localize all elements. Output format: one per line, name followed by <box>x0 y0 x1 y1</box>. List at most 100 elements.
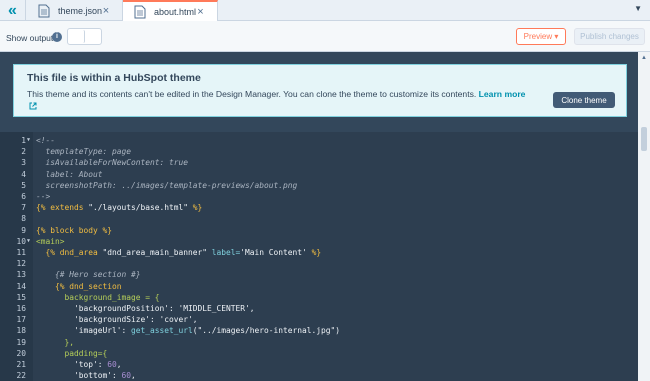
banner-title: This file is within a HubSpot theme <box>27 72 201 84</box>
code-token: <!-- <box>36 136 56 145</box>
code-token: screenshotPath: ../images/template-previ… <box>36 180 298 190</box>
line-number: 18 <box>16 326 26 336</box>
code-token: 'backgroundPosition': 'MIDDLE_CENTER', <box>36 304 255 313</box>
code-text: --> <box>36 191 50 202</box>
publish-changes-button[interactable]: Publish changes <box>574 28 645 45</box>
fold-icon[interactable]: ▼ <box>27 236 30 247</box>
code-text: }, <box>36 337 75 348</box>
line-number: 16 <box>16 304 26 313</box>
code-token: "dnd_area_main_banner" <box>102 248 208 257</box>
code-token: background_image = { <box>36 292 160 302</box>
file-icon <box>38 4 50 18</box>
tab-label: about.html <box>154 7 197 17</box>
code-token: 'bottom': <box>36 371 122 381</box>
learn-more-label: Learn more <box>478 89 526 99</box>
code-token: %} <box>188 203 203 213</box>
scrollbar[interactable]: ▲ <box>638 52 650 381</box>
code-token: 60 <box>121 371 132 381</box>
code-token: 'Main Content' <box>240 248 307 257</box>
toggle-knob <box>69 30 85 43</box>
line-number: 17 <box>16 315 26 325</box>
line-number: 20 <box>16 348 26 358</box>
code-token: {% dnd_section <box>36 281 122 291</box>
close-icon[interactable]: × <box>196 6 205 18</box>
clone-theme-button[interactable]: Clone theme <box>553 92 615 108</box>
code-token: --> <box>36 192 51 201</box>
code-text: 'backgroundPosition': 'MIDDLE_CENTER', <box>36 303 255 314</box>
code-token: label: About <box>36 169 103 179</box>
code-text: {% dnd_section <box>36 281 122 292</box>
caret-down-icon[interactable]: ▼ <box>634 4 642 13</box>
code-text: 'imageUrl': get_asset_url("../images/her… <box>36 325 340 336</box>
code-token: templateType: page <box>36 147 132 157</box>
tab-about-html[interactable]: about.html × <box>123 0 218 22</box>
code-text: templateType: page <box>36 146 132 157</box>
info-icon[interactable]: i <box>52 32 62 42</box>
line-number: 1 <box>21 136 26 145</box>
line-number: 7 <box>21 203 26 213</box>
code-token: }, <box>36 337 75 347</box>
line-number: 15 <box>16 292 26 302</box>
show-output-label: Show output <box>6 33 54 43</box>
external-link-icon <box>29 101 37 110</box>
file-icon <box>134 5 146 19</box>
line-number: 12 <box>16 259 26 269</box>
line-number: 22 <box>16 371 26 381</box>
code-token: label= <box>207 248 241 257</box>
scroll-up-icon[interactable]: ▲ <box>641 55 647 61</box>
line-number: 4 <box>21 169 26 179</box>
double-chevron-left-icon[interactable]: « <box>0 0 26 21</box>
banner-text: This theme and its contents can't be edi… <box>27 88 527 112</box>
line-number: 5 <box>21 180 26 190</box>
code-token: 60 <box>107 360 117 369</box>
code-text: {% dnd_area "dnd_area_main_banner" label… <box>36 247 322 258</box>
code-token: <main> <box>36 236 65 246</box>
code-token: "./layouts/base.html" <box>88 203 189 213</box>
line-number: 9 <box>21 225 26 235</box>
code-token: 'backgroundSize': 'cover', <box>36 315 198 325</box>
tab-label: theme.json <box>58 5 103 16</box>
line-number: 13 <box>16 270 26 280</box>
code-token: {% dnd_area <box>36 248 103 257</box>
line-number: 10 <box>16 236 26 246</box>
code-text: {# Hero section #} <box>36 269 141 280</box>
code-text: <main> <box>36 236 65 247</box>
code-text: screenshotPath: ../images/template-previ… <box>36 180 298 191</box>
banner-message: This theme and its contents can't be edi… <box>27 89 477 99</box>
code-text: 'top': 60, <box>36 359 122 370</box>
code-token: ("../images/hero-internal.jpg") <box>192 326 341 336</box>
close-icon[interactable]: × <box>102 5 110 17</box>
tab-theme-json[interactable]: theme.json × <box>27 0 123 21</box>
line-number: 8 <box>21 214 26 224</box>
show-output-toggle[interactable] <box>67 28 102 45</box>
editor-panel: This file is within a HubSpot theme This… <box>0 52 650 381</box>
code-token: {% block body %} <box>36 225 113 235</box>
code-text: <!-- <box>36 135 55 146</box>
code-text: isAvailableForNewContent: true <box>36 157 189 168</box>
line-number: 19 <box>16 337 26 347</box>
code-text: padding={ <box>36 348 108 359</box>
theme-notice-banner: This file is within a HubSpot theme This… <box>13 64 627 117</box>
code-text: background_image = { <box>36 292 160 303</box>
code-token: 'top': <box>36 360 108 369</box>
code-editor[interactable]: 1 ▼ <!-- 2 templateType: page 3 isAvailableF… <box>0 132 638 381</box>
code-token: get_asset_url <box>131 326 193 336</box>
toolbar: Show output i Preview ▾ Publish changes <box>0 21 650 52</box>
code-token: isAvailableForNewContent: true <box>36 158 189 168</box>
code-text: {% extends "./layouts/base.html" %} <box>36 202 202 213</box>
line-number: 14 <box>16 281 26 291</box>
code-token: 'imageUrl': <box>36 326 132 336</box>
line-number: 3 <box>21 158 26 168</box>
code-text: label: About <box>36 169 103 180</box>
tab-bar: « theme.json × about.html × ▼ <box>0 0 650 22</box>
code-text: 'bottom': 60, <box>36 370 136 381</box>
code-text: 'backgroundSize': 'cover', <box>36 314 198 325</box>
scroll-thumb[interactable] <box>641 127 647 151</box>
line-number: 11 <box>16 248 26 257</box>
code-token: %} <box>306 248 322 257</box>
fold-icon[interactable]: ▼ <box>27 135 30 146</box>
preview-button[interactable]: Preview ▾ <box>516 28 566 45</box>
line-number: 2 <box>21 147 26 157</box>
line-number: 6 <box>21 192 26 201</box>
code-text: {% block body %} <box>36 225 112 236</box>
